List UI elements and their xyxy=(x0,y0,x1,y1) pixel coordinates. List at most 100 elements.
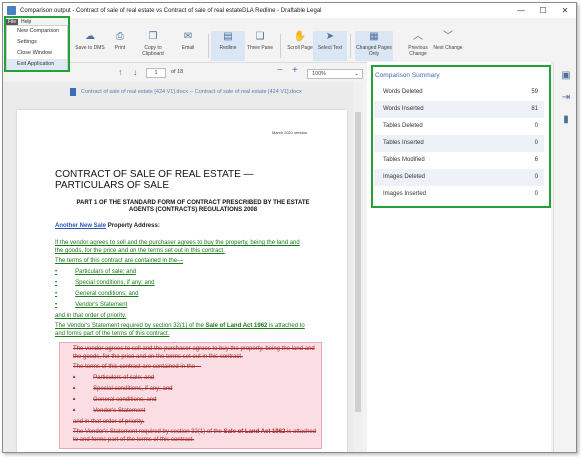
next-change-button[interactable]: ﹀ Next Change xyxy=(431,31,465,61)
previous-change-button[interactable]: ︿ Previous Change xyxy=(401,31,435,61)
scroll-page-button[interactable]: ✋ Scroll Page xyxy=(283,31,317,61)
copy-icon: ❐ xyxy=(148,31,158,42)
document-heading: CONTRACT OF SALE OF REAL ESTATE — PARTIC… xyxy=(55,169,254,191)
deleted-list-item: • Particulars of sale; and xyxy=(73,375,155,381)
summary-row-label: Tables Modified xyxy=(383,157,425,163)
word-doc-icon xyxy=(70,88,76,96)
copy-to-clipboard-button[interactable]: ❐ Copy to Clipboard xyxy=(136,31,170,61)
property-address-label: Property Address: xyxy=(107,223,160,229)
envelope-icon: ✉ xyxy=(183,31,193,42)
summary-row: Words Inserted 81 xyxy=(374,101,544,118)
maximize-button[interactable]: ☐ xyxy=(532,3,554,18)
deleted-list-item: • Special conditions, if any; and xyxy=(73,386,173,392)
summary-row-value: 0 xyxy=(534,123,538,129)
printer-icon: ⎙ xyxy=(116,31,124,42)
document-file-title[interactable]: Contract of sale of real estate [424 V1]… xyxy=(81,89,302,95)
another-new-sale-link[interactable]: Another New Sale xyxy=(55,223,106,229)
hand-icon: ✋ xyxy=(293,31,307,42)
side-toolbar: ▣ ⇥ ▮ xyxy=(553,62,576,452)
print-button[interactable]: ⎙ Print xyxy=(103,31,137,61)
menu-item-close-window[interactable]: Close Window xyxy=(7,48,67,59)
menu-bar: File Help xyxy=(3,18,576,26)
window-title: Comparison output - Contract of sale of … xyxy=(20,7,322,14)
inserted-list-item: • Vendor's Statement xyxy=(55,302,128,308)
arrow-up-icon[interactable]: ↑ xyxy=(118,67,123,77)
zoom-select[interactable]: 100% ⌄ xyxy=(307,69,363,79)
arrow-down-icon[interactable]: ↓ xyxy=(133,67,138,77)
scroll-page-label: Scroll Page xyxy=(287,45,313,51)
toolbar-separator xyxy=(280,34,281,58)
three-pane-icon: ❏ xyxy=(255,31,265,42)
page-total: of 18 xyxy=(171,69,184,75)
summary-row-value: 81 xyxy=(531,106,538,112)
document-subheading: PART 1 OF THE STANDARD FORM OF CONTRACT … xyxy=(76,200,310,213)
document-header: Contract of sale of real estate [424 V1]… xyxy=(3,82,363,102)
upload-cloud-icon: ☁ xyxy=(85,31,95,42)
summary-row-label: Images Inserted xyxy=(383,191,427,197)
deleted-statement-line2: to and forms part of the terms of this c… xyxy=(73,437,195,443)
close-button[interactable]: ✕ xyxy=(554,3,576,18)
previous-change-label: Previous Change xyxy=(408,45,428,57)
window-controls: — ☐ ✕ xyxy=(510,3,576,18)
summary-row: Tables Deleted 0 xyxy=(374,118,544,135)
chevron-up-icon: ︿ xyxy=(413,31,423,42)
summary-row-label: Images Deleted xyxy=(383,174,426,180)
comparison-summary-panel: Comparison Summary Words Deleted 59 Word… xyxy=(367,62,551,452)
deleted-paragraph-line2: the goods, for the price and on the term… xyxy=(73,354,243,360)
summary-row: Tables Inserted 0 xyxy=(374,135,544,152)
summary-row-value: 59 xyxy=(531,89,538,95)
chart-icon[interactable]: ▮ xyxy=(560,114,572,126)
menu-item-settings[interactable]: Settings xyxy=(7,37,67,48)
inserted-list-item: • Special conditions, if any; and xyxy=(55,280,155,286)
summary-row-value: 0 xyxy=(534,191,538,197)
deleted-statement-line1: The Vendor's Statement required by secti… xyxy=(73,429,317,435)
version-date: March 2021 version xyxy=(272,130,308,135)
summary-row-label: Tables Inserted xyxy=(383,140,424,146)
copy-label: Copy to Clipboard xyxy=(142,45,164,57)
summary-title: Comparison Summary xyxy=(375,72,440,79)
inserted-order-line: and in that order of priority. xyxy=(55,313,127,319)
three-pane-button[interactable]: ❏ Three Pane xyxy=(243,31,277,61)
redline-icon: ▤ xyxy=(223,31,233,42)
save-to-dms-button[interactable]: ☁ Save to DMS xyxy=(73,31,107,61)
panel-icon[interactable]: ▣ xyxy=(560,70,572,82)
summary-row-value: 0 xyxy=(534,140,538,146)
redline-button[interactable]: ▤ Redline xyxy=(211,31,245,61)
zoom-out-icon[interactable]: − xyxy=(277,65,283,76)
summary-row: Images Inserted 0 xyxy=(374,186,544,203)
cursor-icon: ➤ xyxy=(325,31,335,42)
menu-item-exit-application[interactable]: Exit Application xyxy=(7,59,67,70)
inserted-statement-line1: The Vendor's Statement required by secti… xyxy=(55,323,305,329)
pages-icon: ▦ xyxy=(369,31,379,42)
next-change-label: Next Change xyxy=(433,45,463,51)
deleted-list-item: • Vendor's Statement xyxy=(73,408,146,414)
toolbar-separator xyxy=(208,34,209,58)
document-scrollbar[interactable] xyxy=(353,82,363,452)
changed-pages-only-button[interactable]: ▦ Changed Pages Only xyxy=(355,31,393,61)
email-button[interactable]: ✉ Email xyxy=(171,31,205,61)
select-text-button[interactable]: ➤ Select Text xyxy=(313,31,347,61)
toolbar-separator xyxy=(350,34,351,58)
menu-item-new-comparison[interactable]: New Comparison xyxy=(7,26,67,37)
inserted-list-item: • Particulars of sale; and xyxy=(55,269,137,275)
minimize-button[interactable]: — xyxy=(510,3,532,18)
chevron-down-icon: ⌄ xyxy=(354,71,359,77)
inserted-paragraph-line2: the goods, for the price and on the term… xyxy=(55,248,225,254)
email-label: Email xyxy=(181,45,195,51)
page-number-input[interactable]: 1 xyxy=(146,68,166,78)
summary-row-label: Words Inserted xyxy=(383,106,424,112)
deleted-order-line: and in that order of priority. xyxy=(73,419,145,425)
export-icon[interactable]: ⇥ xyxy=(560,92,572,104)
inserted-terms-line: The terms of this contract are contained… xyxy=(55,258,184,264)
changed-pages-label: Changed Pages Only xyxy=(356,45,392,57)
inserted-list-item: • General conditions; and xyxy=(55,291,139,297)
print-label: Print xyxy=(114,45,126,51)
inserted-paragraph-line1: If the vendor agrees to sell and the pur… xyxy=(55,240,300,246)
redline-label: Redline xyxy=(219,45,237,51)
inserted-statement-line2: and forms part of the terms of this cont… xyxy=(55,331,170,337)
zoom-in-icon[interactable]: + xyxy=(292,65,298,76)
save-to-dms-label: Save to DMS xyxy=(75,45,105,51)
deleted-terms-line: The terms of this contract are contained… xyxy=(73,364,202,370)
scrollbar-thumb[interactable] xyxy=(355,112,361,412)
chevron-down-icon: ﹀ xyxy=(443,31,453,42)
